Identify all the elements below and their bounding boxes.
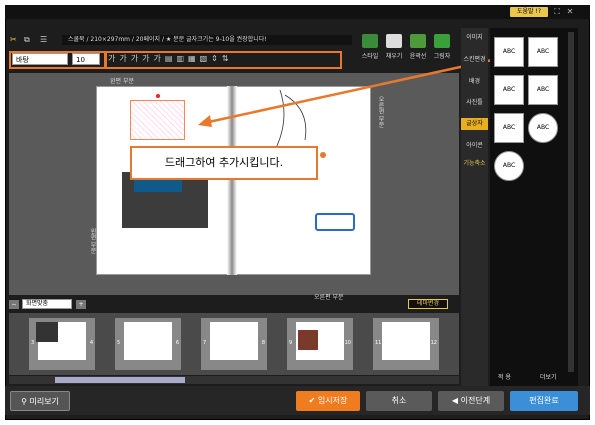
scroll-thumb[interactable] <box>55 377 185 383</box>
prev-button[interactable]: ◀ 이전단계 <box>438 391 504 411</box>
cut-icon[interactable]: ✂ <box>10 34 17 46</box>
check-icon: ✔ <box>308 396 318 405</box>
tab-skin[interactable]: 스킨편경 <box>461 54 488 63</box>
info-text: 스쿨북 / 210×297mm / 20페이지 / ★ 분문 글자크기는 9-1… <box>62 35 352 45</box>
textbox-style[interactable]: ABC <box>494 151 524 181</box>
thumb-photo <box>36 322 58 342</box>
done-button[interactable]: 편집완료 <box>510 391 578 411</box>
tab-collapse[interactable]: 기능축소 <box>461 158 488 167</box>
textbox-style[interactable]: ABC <box>528 37 558 67</box>
panel-scrollbar[interactable] <box>568 32 574 372</box>
thumb-photo <box>298 330 318 350</box>
textbox-style[interactable]: ABC <box>494 37 524 67</box>
view-select[interactable]: 화면맞춤 <box>22 299 72 309</box>
rotate-handle[interactable] <box>156 94 160 98</box>
thumbnail[interactable]: 11 12 <box>373 318 439 370</box>
preview-button[interactable]: ⚲ 미리보기 <box>10 391 70 411</box>
zoom-in-icon[interactable]: + <box>76 300 86 309</box>
close-icon[interactable]: ✕ <box>565 7 575 17</box>
title-bar <box>5 5 590 19</box>
align-icon[interactable]: ☰ <box>40 34 47 46</box>
top-left-label: 왼편 부분 <box>110 78 134 85</box>
tab-image[interactable]: 이미지 <box>461 32 488 41</box>
zoom-out-icon[interactable]: − <box>9 300 19 309</box>
more-button[interactable]: 더보기 <box>540 372 557 381</box>
tab-background[interactable]: 배경 <box>461 76 488 85</box>
bottom-right-label: 오른편 부분 <box>314 294 344 301</box>
textbox-style[interactable]: ABC <box>494 113 524 143</box>
arrow-left-icon: ◀ <box>451 396 461 405</box>
copy-icon[interactable]: ⧉ <box>24 34 30 46</box>
theme-button[interactable]: 테마변경 <box>408 299 448 309</box>
drag-tooltip: 드래그하여 추가시킵니다. <box>130 146 318 180</box>
help-button[interactable]: 도움말 !? <box>510 7 548 17</box>
thumbnail[interactable]: 9 10 <box>287 318 353 370</box>
textbox-style[interactable]: ABC <box>494 75 524 105</box>
maximize-icon[interactable]: ⛶ <box>552 7 562 17</box>
thumbnail[interactable]: 56 <box>115 318 181 370</box>
tab-photo-frame[interactable]: 사진틀 <box>461 97 488 106</box>
highlight-font <box>9 51 107 69</box>
textbox-style[interactable]: ABC <box>528 75 558 105</box>
photo-detail <box>134 178 182 192</box>
save-button[interactable]: ✔ 임시저장 <box>296 391 360 411</box>
tab-icon[interactable]: 아이콘 <box>461 140 488 149</box>
cancel-button[interactable]: 취소 <box>366 391 432 411</box>
thumbnail[interactable]: 78 <box>201 318 267 370</box>
text-box-shape[interactable] <box>315 213 355 231</box>
tab-textbox[interactable]: 글상자 <box>461 118 488 130</box>
drag-textbox[interactable] <box>130 100 185 140</box>
apply-button[interactable]: 적 용 <box>498 372 511 381</box>
textbox-style[interactable]: ABC <box>528 113 558 143</box>
page-dot <box>320 152 326 158</box>
